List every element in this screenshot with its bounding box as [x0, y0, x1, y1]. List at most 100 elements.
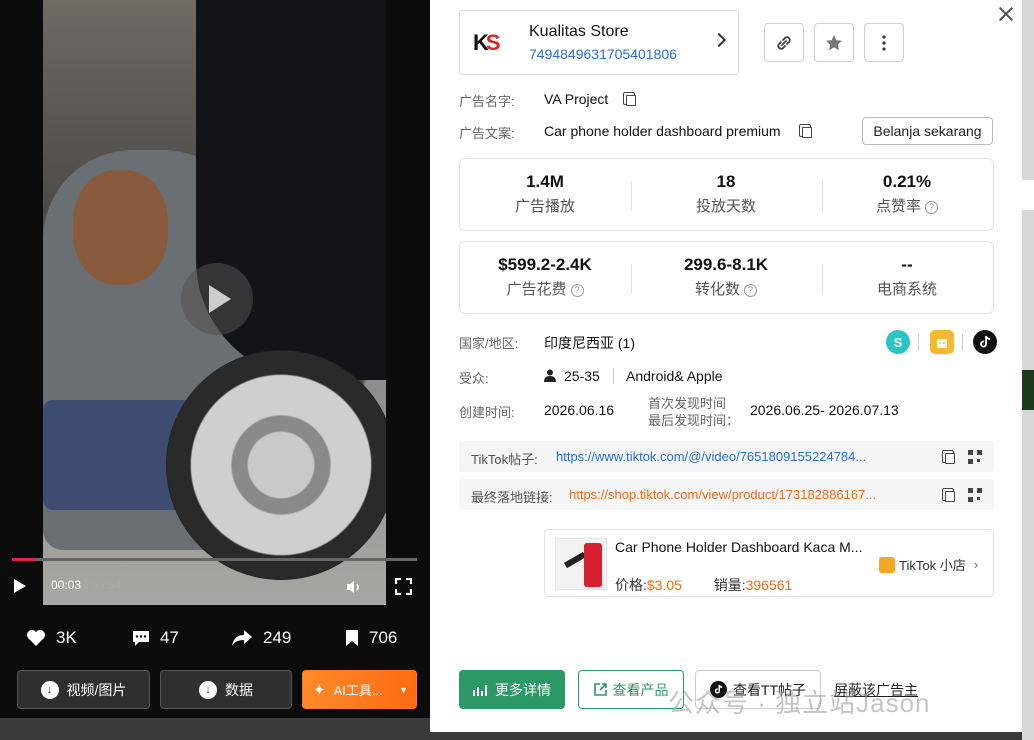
share-icon	[232, 630, 252, 646]
metric-ecommerce: -- 电商系统	[876, 255, 937, 298]
app-root: 00:03 / 00:54 3K 47 249 706 ↓ 视频/图片 ↓ 数据…	[0, 0, 1034, 740]
left-action-bar: ↓ 视频/图片 ↓ 数据 ✦ AI工具... ▼	[0, 670, 430, 710]
copy-icon[interactable]	[942, 488, 955, 502]
store-logo: KS	[473, 29, 501, 55]
product-price-sales: 价格:$3.05 销量:396561	[615, 577, 793, 593]
download-icon: ↓	[199, 680, 217, 699]
landing-page-label: 最终落地链接:	[471, 490, 553, 505]
product-card[interactable]: Car Phone Holder Dashboard Kaca M... 价格:…	[544, 529, 994, 597]
product-sales: 396561	[745, 577, 793, 593]
store-card[interactable]: KS Kualitas Store 7494849631705401806	[459, 10, 739, 75]
current-time: 00:03	[51, 578, 82, 592]
time-separator: /	[81, 578, 92, 592]
ad-name-label: 广告名字:	[459, 94, 515, 109]
store-id[interactable]: 7494849631705401806	[529, 46, 677, 62]
qr-code-icon[interactable]	[968, 450, 982, 464]
video-progress-fill	[12, 558, 37, 561]
chart-icon	[473, 684, 487, 696]
likes-count: 3K	[56, 628, 77, 647]
duration: 00:54	[91, 578, 122, 592]
created-label: 创建时间:	[459, 405, 515, 420]
copy-icon[interactable]	[799, 124, 812, 138]
metric-spend: $599.2-2.4K 广告花费?	[498, 255, 592, 298]
metric-like-rate: 0.21% 点赞率?	[822, 172, 992, 216]
chevron-right-icon	[711, 32, 727, 48]
video-progress-bar[interactable]	[12, 558, 417, 561]
metric-conversions: 299.6-8.1K 转化数?	[683, 255, 769, 298]
volume-icon[interactable]	[346, 580, 362, 594]
help-icon[interactable]: ?	[925, 200, 938, 214]
seen-range: 2026.06.25- 2026.07.13	[750, 402, 899, 418]
tiktok-post-label: TikTok帖子:	[471, 452, 538, 467]
tiktok-post-row: TikTok帖子: https://www.tiktok.com/@/video…	[459, 441, 994, 472]
store-name: Kualitas Store	[529, 23, 629, 40]
created-value: 2026.06.16	[544, 402, 615, 418]
download-data-button[interactable]: ↓ 数据	[160, 670, 292, 709]
audience-label: 受众:	[459, 371, 489, 386]
ad-copy: Car phone holder dashboard premium	[544, 123, 781, 139]
audience-platform: Android& Apple	[626, 368, 723, 384]
tiktok-shop-link[interactable]: TikTok 小店 ›	[879, 555, 978, 574]
dropdown-icon[interactable]: ▼	[399, 685, 408, 695]
product-price: $3.05	[646, 577, 682, 593]
metrics-bottom: $599.2-2.4K 广告花费? 299.6-8.1K 转化数? -- 电商系统	[459, 241, 994, 314]
help-icon[interactable]: ?	[570, 283, 584, 297]
tiktok-icon	[709, 681, 727, 698]
metric-days: 18 投放天数	[695, 172, 756, 215]
ai-tools-button[interactable]: ✦ AI工具... ▼	[302, 670, 417, 709]
view-product-button[interactable]: 查看产品	[578, 670, 684, 709]
country-value: 印度尼西亚 (1)	[544, 335, 635, 351]
star-icon	[826, 34, 842, 50]
country-label: 国家/地区:	[459, 336, 519, 351]
heart-icon	[27, 630, 45, 646]
bookmark-icon	[346, 630, 358, 646]
download-icon: ↓	[40, 680, 59, 699]
tiktok-post-link[interactable]: https://www.tiktok.com/@/video/765180915…	[556, 449, 916, 464]
copy-icon[interactable]	[623, 92, 636, 106]
ad-copy-label: 广告文案:	[459, 126, 515, 141]
store-bag-icon[interactable]	[930, 330, 954, 354]
saves-stat: 706	[345, 628, 397, 648]
qr-code-icon[interactable]	[968, 488, 982, 502]
comments-count: 47	[160, 628, 179, 647]
audience-age: 25-35	[564, 368, 600, 384]
download-media-button[interactable]: ↓ 视频/图片	[17, 670, 150, 709]
user-icon	[544, 369, 556, 382]
download-data-label: 数据	[225, 681, 253, 698]
close-icon[interactable]	[997, 5, 1015, 23]
link-button[interactable]	[764, 23, 804, 62]
fullscreen-icon[interactable]	[395, 578, 412, 595]
landing-page-link[interactable]: https://shop.tiktok.com/view/product/173…	[569, 487, 919, 502]
shop-now-button: Belanja sekarang	[862, 117, 993, 145]
more-vertical-icon	[882, 34, 886, 51]
external-link-icon	[593, 683, 607, 696]
play-icon	[209, 285, 231, 313]
block-advertiser-button[interactable]: 屏蔽该广告主	[830, 670, 922, 709]
more-details-button[interactable]: 更多详情	[459, 670, 565, 709]
favorite-button[interactable]	[814, 23, 854, 62]
shopify-icon[interactable]: S	[886, 330, 910, 354]
link-icon	[777, 35, 791, 50]
play-overlay-button[interactable]	[181, 263, 253, 335]
landing-page-row: 最终落地链接: https://shop.tiktok.com/view/pro…	[459, 479, 994, 510]
shop-bag-icon	[879, 556, 895, 573]
ad-detail-panel: KS Kualitas Store 7494849631705401806 广告…	[430, 0, 1022, 732]
copy-icon[interactable]	[942, 450, 955, 464]
comments-stat: 47	[132, 628, 179, 648]
likes-stat: 3K	[26, 628, 77, 648]
last-seen-label: 最后发现时间：	[648, 413, 740, 428]
product-title: Car Phone Holder Dashboard Kaca M...	[615, 539, 863, 555]
play-button[interactable]	[14, 579, 26, 593]
view-tt-post-button[interactable]: 查看TT帖子	[695, 670, 821, 709]
sparkle-icon: ✦	[313, 681, 326, 699]
comment-icon	[133, 631, 149, 646]
engagement-stats: 3K 47 249 706	[0, 628, 430, 658]
more-options-button[interactable]	[864, 23, 904, 62]
download-media-label: 视频/图片	[66, 681, 127, 698]
ai-tools-label: AI工具...	[333, 683, 383, 698]
tiktok-icon[interactable]	[973, 330, 997, 354]
chevron-right-icon: ›	[973, 557, 979, 572]
help-icon[interactable]: ?	[744, 283, 757, 297]
video-panel: 00:03 / 00:54 3K 47 249 706 ↓ 视频/图片 ↓ 数据…	[0, 0, 430, 740]
video-time: 00:03 / 00:54	[51, 578, 121, 592]
